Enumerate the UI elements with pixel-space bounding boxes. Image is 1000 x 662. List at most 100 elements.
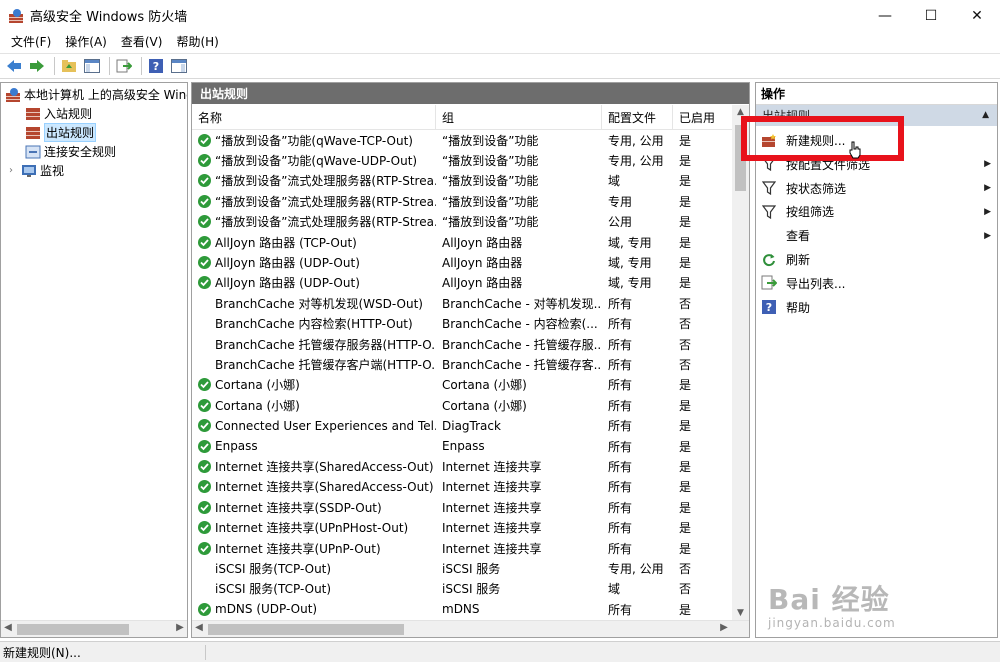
- tree-horizontal-scrollbar[interactable]: ◀ ▶: [1, 620, 187, 637]
- toolbar: ?: [0, 53, 1000, 79]
- table-row[interactable]: iSCSI 服务(TCP-Out) iSCSI 服务 专用, 公用否: [192, 558, 732, 578]
- show-hide-tree-button[interactable]: [82, 56, 102, 76]
- action-filter-by-group[interactable]: 按组筛选 ▶: [756, 200, 997, 223]
- table-row[interactable]: “播放到设备”功能(qWave-UDP-Out) “播放到设备”功能 专用, 公用是: [192, 150, 732, 170]
- back-button[interactable]: [4, 56, 24, 76]
- table-row[interactable]: Enpass Enpass 所有 是: [192, 436, 732, 456]
- menu-help[interactable]: 帮助(H): [169, 33, 225, 50]
- table-row[interactable]: BranchCache 内容检索(HTTP-Out) BranchCache - …: [192, 314, 732, 334]
- menu-view[interactable]: 查看(V): [114, 33, 170, 50]
- table-row[interactable]: Cortana (小娜) Cortana (小娜) 所有 是: [192, 395, 732, 415]
- rule-enabled: 是: [679, 378, 692, 393]
- table-row[interactable]: AllJoyn 路由器 (UDP-Out) AllJoyn 路由器 域, 专用 是: [192, 273, 732, 293]
- minimize-button[interactable]: —: [862, 0, 908, 31]
- scroll-right-icon[interactable]: ▶: [173, 622, 187, 633]
- action-view[interactable]: 查看 ▶: [756, 224, 997, 247]
- menu-file[interactable]: 文件(F): [4, 33, 58, 50]
- table-row[interactable]: Internet 连接共享(UPnPHost-Out) Internet 连接共享…: [192, 517, 732, 537]
- actions-section-header[interactable]: 出站规则 ▲: [756, 105, 997, 126]
- enabled-check-icon: [198, 174, 211, 188]
- rule-name: Enpass: [215, 439, 258, 454]
- scrollbar-thumb[interactable]: [735, 125, 746, 191]
- table-row[interactable]: BranchCache 托管缓存客户端(HTTP-O... BranchCache…: [192, 354, 732, 374]
- column-header-enabled[interactable]: 已启用: [673, 105, 732, 130]
- rule-group: Internet 连接共享: [442, 500, 542, 515]
- table-row[interactable]: BranchCache 托管缓存服务器(HTTP-O... BranchCache…: [192, 334, 732, 354]
- table-row[interactable]: Internet 连接共享(SSDP-Out) Internet 连接共享 所有 是: [192, 497, 732, 517]
- action-help[interactable]: ? 帮助: [756, 296, 997, 319]
- enabled-check-icon: [198, 133, 211, 147]
- rule-enabled: 是: [679, 398, 692, 413]
- rule-name-cell: Internet 连接共享(SharedAccess-Out): [192, 458, 436, 475]
- action-filter-by-profile[interactable]: 按配置文件筛选 ▶: [756, 153, 997, 176]
- rule-group: Cortana (小娜): [442, 378, 527, 393]
- rule-group: AllJoyn 路由器: [442, 235, 523, 250]
- scrollbar-thumb[interactable]: [208, 624, 404, 635]
- table-row[interactable]: Internet 连接共享(SharedAccess-Out) Internet …: [192, 456, 732, 476]
- rule-group: BranchCache - 托管缓存服...: [442, 337, 602, 352]
- chevron-right-icon[interactable]: ›: [9, 165, 21, 176]
- action-export-list[interactable]: 导出列表...: [756, 272, 997, 295]
- table-row[interactable]: “播放到设备”流式处理服务器(RTP-Strea... “播放到设备”功能 域 是: [192, 171, 732, 191]
- rule-name-cell: “播放到设备”流式处理服务器(RTP-Strea...: [192, 172, 436, 189]
- table-row[interactable]: Cortana (小娜) Cortana (小娜) 所有 是: [192, 375, 732, 395]
- rule-group: Enpass: [442, 439, 485, 454]
- maximize-button[interactable]: ☐: [908, 0, 954, 31]
- rules-vertical-scrollbar[interactable]: ▲ ▼: [732, 105, 749, 620]
- enabled-check-icon: [198, 439, 211, 453]
- rule-profile: 所有: [608, 602, 633, 617]
- tree-item-monitoring[interactable]: › 监视: [9, 161, 64, 180]
- up-folder-button[interactable]: [59, 56, 79, 76]
- enabled-check-icon: [198, 256, 211, 270]
- scroll-right-icon[interactable]: ▶: [717, 622, 731, 633]
- tree-root[interactable]: 本地计算机 上的高级安全 Wind: [5, 85, 187, 104]
- table-row[interactable]: AllJoyn 路由器 (UDP-Out) AllJoyn 路由器 域, 专用 是: [192, 252, 732, 272]
- hand-cursor-icon: [849, 141, 861, 159]
- action-refresh[interactable]: 刷新: [756, 248, 997, 271]
- column-header-name[interactable]: 名称: [192, 105, 436, 130]
- rules-horizontal-scrollbar[interactable]: ◀ ▶: [192, 620, 749, 637]
- scroll-up-icon[interactable]: ▲: [732, 107, 749, 117]
- menu-action[interactable]: 操作(A): [58, 33, 114, 50]
- inbound-rules-icon: [26, 107, 40, 120]
- export-toolbar-button[interactable]: [114, 56, 134, 76]
- rule-group: BranchCache - 内容检索(...: [442, 317, 598, 332]
- action-filter-by-state[interactable]: 按状态筛选 ▶: [756, 177, 997, 200]
- table-row[interactable]: Internet 连接共享(UPnP-Out) Internet 连接共享 所有 是: [192, 538, 732, 558]
- help-toolbar-button[interactable]: ?: [146, 56, 166, 76]
- scroll-left-icon[interactable]: ◀: [192, 622, 206, 633]
- close-button[interactable]: ✕: [954, 0, 1000, 31]
- action-pane-toggle-button[interactable]: [169, 56, 189, 76]
- scroll-down-icon[interactable]: ▼: [732, 608, 749, 618]
- rule-enabled: 否: [679, 337, 692, 352]
- table-row[interactable]: AllJoyn 路由器 (TCP-Out) AllJoyn 路由器 域, 专用 是: [192, 232, 732, 252]
- table-row[interactable]: iSCSI 服务(TCP-Out) iSCSI 服务 域 否: [192, 579, 732, 599]
- console-tree[interactable]: 本地计算机 上的高级安全 Wind 入站规则 出站规则 连接安全规则 › 监视: [0, 82, 188, 638]
- table-row[interactable]: Connected User Experiences and Tel... Dia…: [192, 415, 732, 435]
- actions-section-label: 出站规则: [762, 109, 811, 123]
- column-header-group[interactable]: 组: [436, 105, 602, 130]
- collapse-up-icon[interactable]: ▲: [982, 110, 989, 120]
- table-row[interactable]: “播放到设备”流式处理服务器(RTP-Strea... “播放到设备”功能 专用 是: [192, 191, 732, 211]
- rule-name: iSCSI 服务(TCP-Out): [215, 561, 332, 576]
- table-row[interactable]: BranchCache 对等机发现(WSD-Out) BranchCache - …: [192, 293, 732, 313]
- forward-button[interactable]: [27, 56, 47, 76]
- rule-profile: 所有: [608, 419, 633, 434]
- tree-item-outbound-rules[interactable]: 出站规则: [25, 123, 97, 142]
- rule-group: AllJoyn 路由器: [442, 256, 523, 271]
- scroll-left-icon[interactable]: ◀: [1, 622, 15, 633]
- table-row[interactable]: mDNS (UDP-Out) mDNS 所有 是: [192, 599, 732, 619]
- tree-item-label: 监视: [40, 164, 65, 178]
- rule-enabled: 是: [679, 480, 692, 495]
- column-header-profile[interactable]: 配置文件: [602, 105, 673, 130]
- rule-group: Internet 连接共享: [442, 541, 542, 556]
- action-new-rule[interactable]: 新建规则...: [756, 129, 997, 152]
- tree-item-connection-security-rules[interactable]: 连接安全规则: [25, 142, 116, 161]
- tree-item-inbound-rules[interactable]: 入站规则: [25, 104, 92, 123]
- rule-profile: 所有: [608, 337, 633, 352]
- menu-bar: 文件(F) 操作(A) 查看(V) 帮助(H): [0, 31, 1000, 52]
- table-row[interactable]: “播放到设备”功能(qWave-TCP-Out) “播放到设备”功能 专用, 公用是: [192, 130, 732, 150]
- table-row[interactable]: Internet 连接共享(SharedAccess-Out) Internet …: [192, 477, 732, 497]
- scrollbar-thumb[interactable]: [17, 624, 129, 635]
- table-row[interactable]: “播放到设备”流式处理服务器(RTP-Strea... “播放到设备”功能 公用 是: [192, 212, 732, 232]
